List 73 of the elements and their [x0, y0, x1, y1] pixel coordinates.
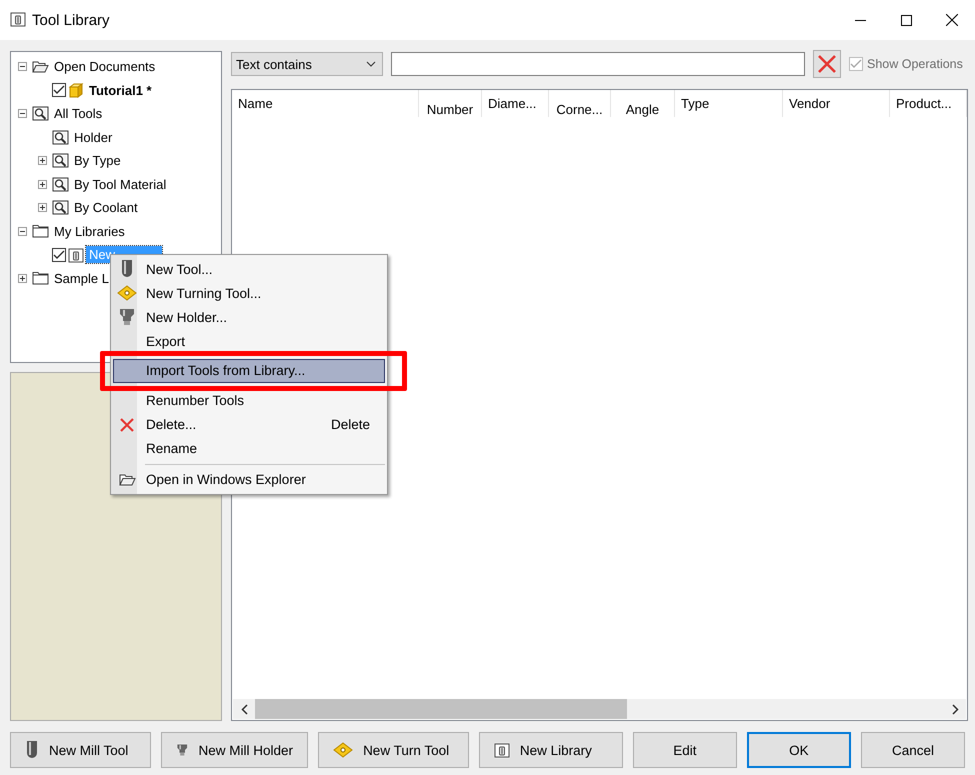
checkmark-icon: [850, 59, 862, 69]
tree-item[interactable]: By Type: [71, 152, 124, 170]
tree-item[interactable]: All Tools: [51, 105, 106, 122]
close-icon: [946, 14, 958, 26]
search-field[interactable]: [391, 52, 805, 76]
checkbox[interactable]: [52, 248, 66, 262]
delete-icon: [120, 418, 134, 432]
menu-item[interactable]: Import Tools from Library...: [113, 359, 385, 382]
expand-icon[interactable]: [18, 274, 27, 283]
dialog-button[interactable]: Edit: [632, 732, 737, 768]
tree-item[interactable]: Tutorial1 *: [86, 82, 155, 99]
insert-icon: [333, 742, 354, 758]
tree-item[interactable]: By Coolant: [71, 199, 141, 216]
expand-icon[interactable]: [38, 203, 47, 212]
window-title: Tool Library: [32, 12, 111, 28]
folder-icon: [32, 224, 49, 238]
chevron-down-icon: [366, 61, 376, 67]
scroll-left-icon[interactable]: [240, 704, 248, 714]
menu-item[interactable]: New Tool...: [113, 257, 385, 281]
folder-icon: [32, 271, 49, 286]
dialog-button[interactable]: New Mill Holder: [161, 732, 308, 768]
end-mill-icon: [120, 259, 134, 279]
column-header[interactable]: Vendor: [783, 90, 890, 117]
dialog-button[interactable]: New Library: [478, 732, 623, 768]
tree-item[interactable]: Holder: [71, 128, 116, 146]
library-icon: [10, 10, 26, 26]
column-header[interactable]: Name: [232, 90, 419, 117]
column-header[interactable]: Angle: [611, 90, 675, 117]
column-header[interactable]: Corne...: [549, 90, 611, 117]
collapse-icon[interactable]: [18, 226, 27, 236]
column-header[interactable]: Type: [675, 90, 783, 117]
dialog-button[interactable]: New Mill Tool: [10, 732, 152, 768]
expand-icon[interactable]: [38, 156, 47, 166]
search-icon: [52, 130, 69, 145]
end-mill-icon: [25, 740, 39, 760]
clear-filter-button[interactable]: [813, 50, 841, 78]
menu-item[interactable]: Delete... Delete: [113, 412, 385, 436]
open-folder-icon: [118, 472, 136, 486]
column-header[interactable]: Diame...: [482, 90, 549, 117]
maximize-icon: [900, 14, 912, 26]
search-icon: [52, 176, 69, 192]
menu-item[interactable]: New Holder...: [113, 305, 385, 329]
column-header[interactable]: Number: [419, 90, 482, 117]
dialog-button[interactable]: OK: [746, 732, 851, 768]
horizontal-scrollbar[interactable]: [233, 699, 966, 719]
tree-item[interactable]: My Libraries: [51, 222, 128, 240]
search-icon: [32, 106, 49, 122]
menu-item[interactable]: Export: [113, 329, 385, 353]
insert-icon: [117, 285, 137, 301]
dialog-button[interactable]: Cancel: [860, 732, 965, 768]
collapse-icon[interactable]: [18, 109, 27, 118]
expand-icon[interactable]: [38, 180, 47, 189]
checkbox[interactable]: [52, 83, 66, 98]
menu-item[interactable]: Rename: [113, 436, 385, 460]
menu-item[interactable]: Renumber Tools: [113, 388, 385, 412]
library-icon: [494, 742, 510, 758]
search-icon: [52, 153, 69, 168]
tree-item[interactable]: Open Documents: [51, 58, 158, 76]
close-icon: [817, 54, 837, 74]
collapse-icon[interactable]: [18, 62, 27, 72]
menu-item[interactable]: Open in Windows Explorer: [113, 468, 385, 492]
cube-icon: [68, 82, 84, 98]
menu-item[interactable]: New Turning Tool...: [113, 281, 385, 305]
dialog-button[interactable]: New Turn Tool: [318, 732, 469, 768]
tree-item[interactable]: Sample L: [51, 270, 112, 287]
library-icon: [68, 246, 84, 263]
filter-dropdown[interactable]: Text contains: [231, 52, 383, 76]
search-icon: [52, 200, 69, 216]
open-folder-icon: [32, 60, 49, 74]
column-header[interactable]: Product...: [890, 90, 967, 117]
tree-item[interactable]: By Tool Material: [71, 176, 170, 193]
scroll-right-icon[interactable]: [952, 704, 958, 714]
holder-icon: [118, 308, 136, 326]
